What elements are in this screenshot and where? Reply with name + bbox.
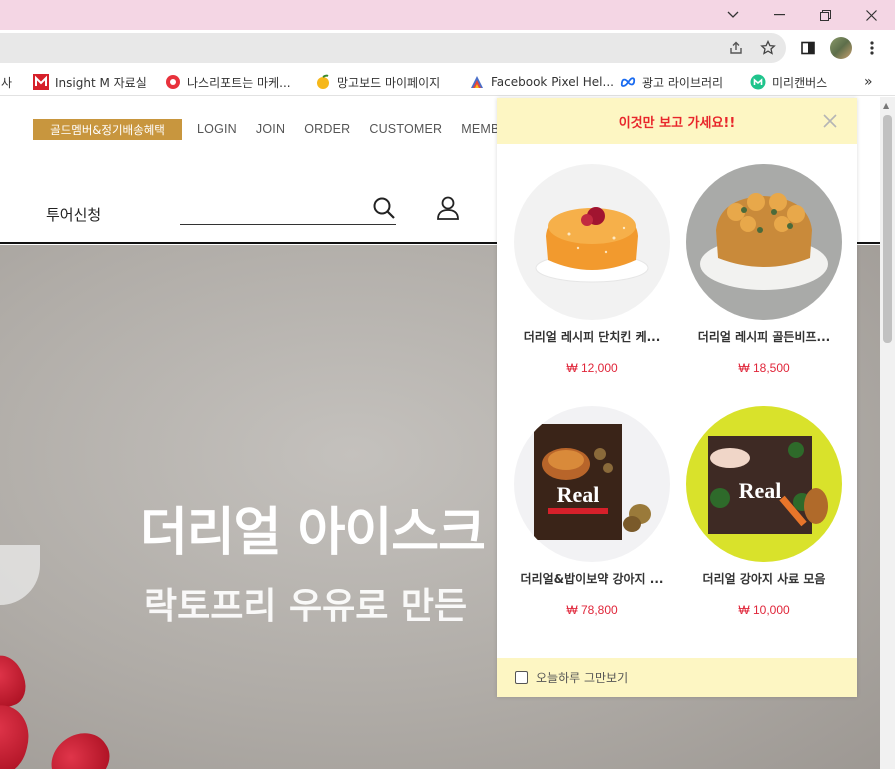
- scroll-thumb[interactable]: [883, 115, 892, 343]
- bookmark-label: 광고 라이브러리: [642, 75, 724, 90]
- product-card[interactable]: Real 더리얼 강아지 사료 모음 ₩ 10,000: [683, 406, 845, 617]
- product-image[interactable]: [514, 164, 670, 320]
- product-price: ₩ 10,000: [738, 603, 790, 617]
- hero-subtitle: 락토프리 우유로 만든: [144, 586, 468, 627]
- nav-join[interactable]: JOIN: [256, 122, 285, 136]
- browser-toolbar: [0, 30, 895, 66]
- product-name[interactable]: 더리얼 레시피 골든비프...: [683, 328, 845, 345]
- strawberry-image: [0, 649, 32, 713]
- user-icon[interactable]: [436, 195, 460, 225]
- svg-text:Real: Real: [557, 482, 600, 507]
- product-name[interactable]: 더리얼 강아지 사료 모음: [683, 570, 845, 587]
- search-icon[interactable]: [372, 196, 396, 224]
- minimize-button[interactable]: [756, 0, 802, 30]
- browser-title-bar: [0, 0, 895, 30]
- nav-order[interactable]: ORDER: [304, 122, 350, 136]
- bookmark-item[interactable]: Facebook Pixel Hel...: [469, 71, 614, 93]
- product-card[interactable]: Real 더리얼&밥이보약 강아지 ... ₩ 78,800: [511, 406, 673, 617]
- minimize-icon: [773, 14, 785, 16]
- hero-title: 더리얼 아이스크: [140, 503, 486, 563]
- bookmark-item[interactable]: 나스리포트는 마케...: [165, 71, 291, 93]
- restore-icon: [819, 9, 831, 21]
- bookmark-item[interactable]: Insight M 자료실: [33, 71, 147, 93]
- nav-customer[interactable]: CUSTOMER: [369, 122, 442, 136]
- close-window-button[interactable]: [848, 0, 894, 30]
- nav-login[interactable]: LOGIN: [197, 122, 237, 136]
- strawberry-image: [41, 722, 119, 769]
- popup-footer: 오늘하루 그만보기: [497, 658, 857, 697]
- top-nav: LOGIN JOIN ORDER CUSTOMER MEMBER: [197, 122, 517, 136]
- miricanvas-icon: [750, 74, 766, 90]
- search-input[interactable]: [180, 224, 396, 225]
- bookmark-item[interactable]: 망고보드 마이페이지: [315, 71, 440, 93]
- product-price: ₩ 12,000: [566, 361, 618, 375]
- bookmark-label: Facebook Pixel Hel...: [491, 75, 614, 89]
- profile-avatar[interactable]: [830, 37, 852, 59]
- bookmark-label: 망고보드 마이페이지: [337, 75, 441, 90]
- svg-text:Real: Real: [739, 478, 782, 503]
- address-bar[interactable]: [0, 33, 786, 63]
- popup-header: 이것만 보고 가세요!!: [497, 98, 857, 144]
- dont-show-today-checkbox[interactable]: [515, 671, 528, 684]
- tour-link[interactable]: 투어신청: [46, 204, 101, 225]
- product-price: ₩ 78,800: [566, 603, 618, 617]
- bookmarks-bar: 행사 Insight M 자료실 나스리포트는 마케... 망고보드 마이페이지…: [0, 66, 895, 96]
- recommendation-popup: 이것만 보고 가세요!! 더리얼 레시피 단치킨 케... ₩ 12,000 더…: [497, 98, 857, 697]
- bookmark-star-icon[interactable]: [758, 38, 778, 58]
- close-icon: [865, 9, 877, 21]
- restore-button[interactable]: [802, 0, 848, 30]
- pixel-helper-icon: [469, 74, 485, 90]
- product-price: ₩ 18,500: [738, 361, 790, 375]
- product-card[interactable]: 더리얼 레시피 단치킨 케... ₩ 12,000: [511, 164, 673, 375]
- product-image[interactable]: Real: [514, 406, 670, 562]
- product-image[interactable]: [686, 164, 842, 320]
- product-card[interactable]: 더리얼 레시피 골든비프... ₩ 18,500: [683, 164, 845, 375]
- product-image[interactable]: Real: [686, 406, 842, 562]
- bookmark-label: 나스리포트는 마케...: [187, 75, 291, 90]
- popup-title: 이것만 보고 가세요!!: [618, 115, 736, 131]
- chevron-down-icon: [727, 11, 739, 18]
- side-panel-icon[interactable]: [798, 38, 818, 58]
- page-scrollbar[interactable]: ▲: [880, 97, 895, 769]
- more-bookmarks-button[interactable]: »: [864, 71, 873, 93]
- bookmark-item[interactable]: 광고 라이브러리: [620, 71, 723, 93]
- product-name[interactable]: 더리얼&밥이보약 강아지 ...: [511, 570, 673, 587]
- more-bookmarks-label: »: [864, 74, 873, 90]
- mango-icon: [315, 74, 331, 90]
- bookmark-item[interactable]: 미리캔버스: [750, 71, 827, 93]
- bookmark-item[interactable]: 행사: [0, 71, 12, 93]
- strawberry-image: [0, 698, 37, 769]
- kebab-menu-icon[interactable]: [862, 38, 882, 58]
- dont-show-today-label[interactable]: 오늘하루 그만보기: [536, 669, 628, 686]
- product-name[interactable]: 더리얼 레시피 단치킨 케...: [511, 328, 673, 345]
- bowl-image: [0, 545, 40, 605]
- bookmark-label: Insight M 자료실: [55, 75, 147, 90]
- red-circle-icon: [165, 74, 181, 90]
- m-logo-icon: [33, 74, 49, 90]
- popup-close-button[interactable]: [823, 113, 839, 129]
- share-icon[interactable]: [726, 38, 746, 58]
- bookmark-label: 행사: [0, 75, 13, 90]
- tab-search-button[interactable]: [710, 0, 756, 30]
- meta-icon: [620, 74, 636, 90]
- bookmark-label: 미리캔버스: [772, 75, 828, 90]
- scroll-up-arrow-icon[interactable]: ▲: [883, 101, 889, 110]
- close-icon: [823, 114, 837, 128]
- gold-member-badge[interactable]: 골드멤버&정기배송혜택: [33, 119, 182, 140]
